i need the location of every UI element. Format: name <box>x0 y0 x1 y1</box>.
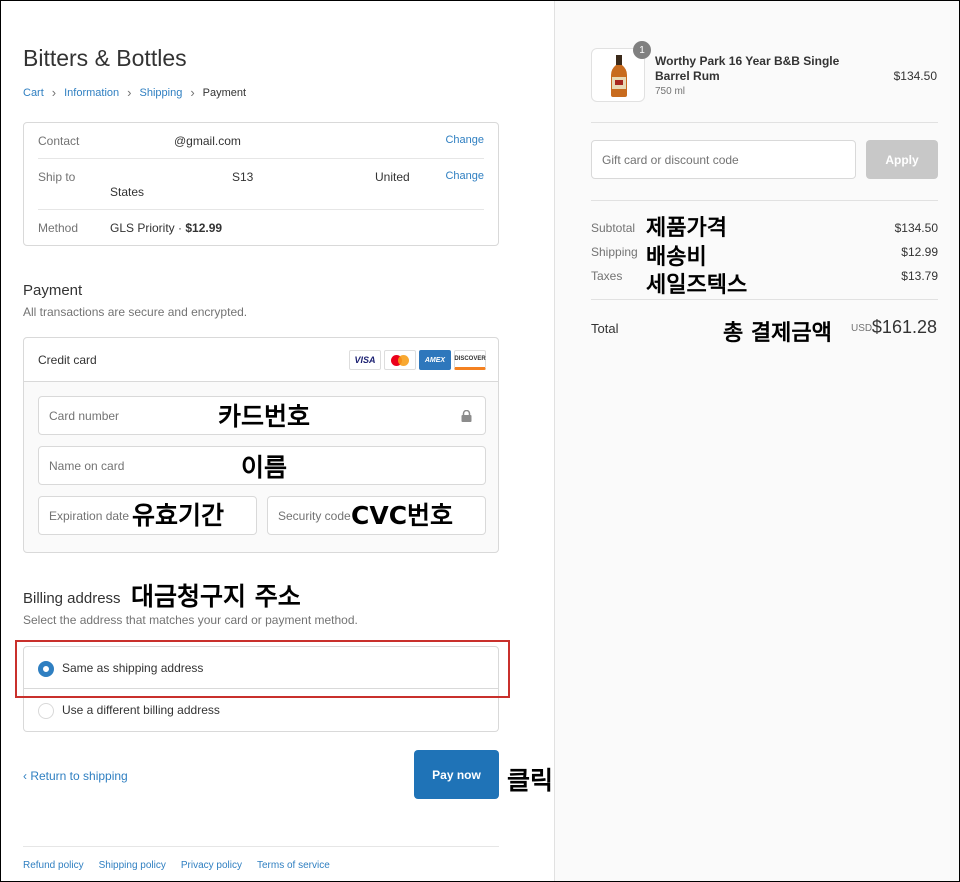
divider <box>38 158 484 159</box>
annotation-subtotal: 제품가격 <box>646 216 727 241</box>
chevron-right-icon: › <box>51 85 57 100</box>
annotation-card-number: 카드번호 <box>218 402 311 431</box>
taxes-value: $13.79 <box>901 269 938 283</box>
ship-to-country-cont: States <box>110 185 145 199</box>
total-label: Total <box>591 321 619 336</box>
annotation-name: 이름 <box>241 453 288 482</box>
credit-card-header[interactable]: Credit card VISA AMEX DISCOVER <box>24 338 498 382</box>
contact-label: Contact <box>38 134 80 148</box>
divider <box>591 122 938 123</box>
checkout-main: Bitters & Bottles Cart › Information › S… <box>1 1 554 881</box>
shipping-value: $12.99 <box>901 245 938 259</box>
breadcrumb-shipping[interactable]: Shipping <box>140 87 183 99</box>
apply-button[interactable]: Apply <box>866 140 938 179</box>
chevron-right-icon: › <box>127 85 132 100</box>
total-currency: USD <box>851 323 873 334</box>
ship-to-value: S13 <box>232 170 254 184</box>
return-to-shipping-link[interactable]: ‹ Return to shipping <box>23 769 128 783</box>
radio-unselected-icon[interactable] <box>38 703 54 719</box>
breadcrumb-information[interactable]: Information <box>64 87 119 99</box>
method-price: $12.99 <box>185 221 223 235</box>
discount-input[interactable] <box>592 141 855 178</box>
review-block: Contact @gmail.com Change Ship to S13 Un… <box>23 122 499 246</box>
annotation-click: 클릭 <box>507 766 554 795</box>
chevron-right-icon: › <box>190 85 195 100</box>
amex-icon: AMEX <box>419 350 451 370</box>
order-summary: 1 Worthy Park 16 Year B&B Single Barrel … <box>554 1 959 881</box>
contact-value: @gmail.com <box>174 134 241 148</box>
annotation-cvc: CVC번호 <box>351 501 454 530</box>
product-price: $134.50 <box>893 69 937 83</box>
ship-to-label: Ship to <box>38 170 76 184</box>
store-name[interactable]: Bitters & Bottles <box>23 45 187 72</box>
subtotal-value: $134.50 <box>894 221 938 235</box>
discount-field <box>591 140 856 179</box>
terms-of-service-link[interactable]: Terms of service <box>257 860 330 871</box>
annotation-tax: 세일즈텍스 <box>646 273 748 298</box>
footer-links: Refund policy Shipping policy Privacy po… <box>23 860 330 871</box>
divider <box>591 299 938 300</box>
billing-subtitle: Select the address that matches your car… <box>23 613 358 627</box>
breadcrumb-payment: Payment <box>202 86 247 99</box>
annotation-total: 총 결제금액 <box>723 321 832 346</box>
divider <box>591 200 938 201</box>
shipping-label: Shipping <box>591 245 638 259</box>
credit-card-label: Credit card <box>38 353 97 367</box>
quantity-badge: 1 <box>633 41 651 59</box>
method-value: GLS Priority · $12.99 <box>110 221 222 235</box>
total-value: $161.28 <box>871 317 937 337</box>
card-brands: VISA AMEX DISCOVER <box>349 350 486 370</box>
method-label: Method <box>38 221 79 235</box>
product-variant: 750 ml <box>655 86 686 97</box>
breadcrumb: Cart › Information › Shipping › Payment <box>23 85 246 100</box>
product-name: Worthy Park 16 Year B&B Single Barrel Ru… <box>655 54 840 83</box>
taxes-label: Taxes <box>591 269 623 283</box>
change-contact-link[interactable]: Change <box>445 134 484 146</box>
subtotal-label: Subtotal <box>591 221 636 235</box>
refund-policy-link[interactable]: Refund policy <box>23 860 84 871</box>
change-ship-link[interactable]: Change <box>445 170 484 182</box>
mastercard-icon <box>384 350 416 370</box>
annotation-expiry: 유효기간 <box>132 501 225 530</box>
footer-divider <box>23 846 499 847</box>
divider <box>38 209 484 210</box>
highlight-box <box>15 640 510 698</box>
billing-different-label: Use a different billing address <box>62 703 220 717</box>
visa-icon: VISA <box>349 350 381 370</box>
discover-icon: DISCOVER <box>454 350 486 370</box>
annotation-billing: 대금청구지 주소 <box>131 582 301 611</box>
breadcrumb-cart[interactable]: Cart <box>23 87 44 99</box>
billing-title: Billing address <box>23 590 121 607</box>
privacy-policy-link[interactable]: Privacy policy <box>181 860 242 871</box>
payment-title: Payment <box>23 282 83 299</box>
method-name: GLS Priority · <box>110 221 186 235</box>
payment-subtitle: All transactions are secure and encrypte… <box>23 305 248 319</box>
shipping-policy-link[interactable]: Shipping policy <box>99 860 166 871</box>
lock-icon <box>461 410 472 422</box>
ship-to-country: United <box>375 170 410 184</box>
pay-now-button[interactable]: Pay now <box>414 750 499 799</box>
bottle-icon <box>611 55 627 97</box>
